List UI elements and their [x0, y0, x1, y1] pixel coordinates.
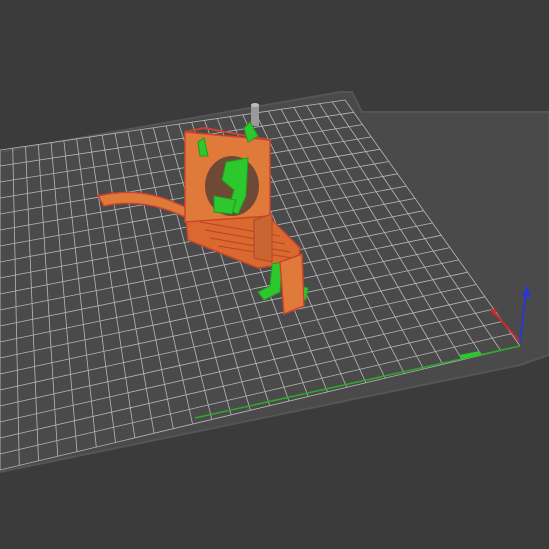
- purge-tower-top: [251, 103, 259, 107]
- purge-tower: [251, 104, 259, 126]
- scene-canvas[interactable]: [0, 0, 549, 549]
- model-inner-wall: [253, 213, 273, 263]
- 3d-preview-viewport[interactable]: [0, 0, 549, 549]
- model-leg: [279, 252, 305, 316]
